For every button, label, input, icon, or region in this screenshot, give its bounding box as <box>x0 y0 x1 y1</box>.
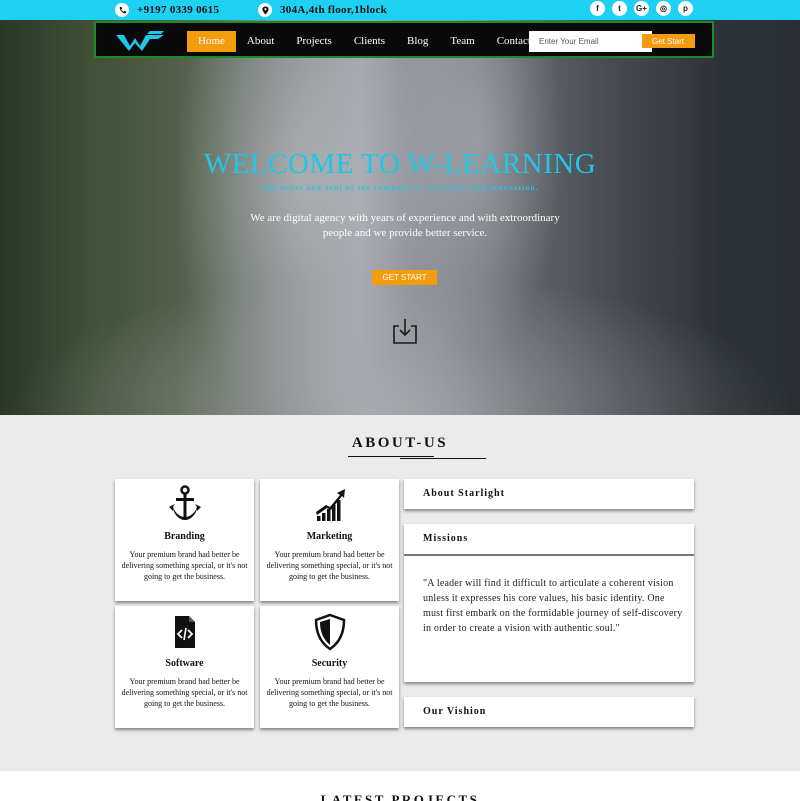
email-input[interactable] <box>529 31 652 52</box>
nav-item-clients[interactable]: Clients <box>343 31 396 52</box>
nav-item-team[interactable]: Team <box>439 31 485 52</box>
phone-number: +9197 0339 0615 <box>137 4 220 16</box>
twitter-icon[interactable]: t <box>612 1 627 16</box>
nav-item-projects[interactable]: Projects <box>285 31 342 52</box>
card-title: Software <box>165 658 204 669</box>
about-section-title: ABOUT-US <box>351 435 449 451</box>
accordion-body: "A leader will find it difficult to arti… <box>404 554 694 636</box>
anchor-icon <box>115 485 254 525</box>
growth-chart-icon <box>260 485 399 525</box>
nav-item-about[interactable]: About <box>236 31 286 52</box>
service-card-security[interactable]: Security Your premium brand had better b… <box>260 606 399 728</box>
nav-item-home[interactable]: Home <box>187 31 236 52</box>
latest-projects-title: LATEST PROJECTS <box>320 792 480 801</box>
social-links: f t G+ ◎ p <box>590 1 693 16</box>
title-underline <box>400 458 486 459</box>
facebook-icon[interactable]: f <box>590 1 605 16</box>
service-card-marketing[interactable]: Marketing Your premium brand had better … <box>260 479 399 601</box>
map-pin-icon <box>258 3 272 17</box>
accordion-header[interactable]: Our Vishion <box>404 697 694 727</box>
phone-info: +9197 0339 0615 <box>115 0 219 20</box>
get-start-nav-button[interactable]: Get Start <box>642 34 695 48</box>
hero-description: We are digital agency with years of expe… <box>250 212 560 239</box>
card-title: Marketing <box>306 531 353 542</box>
card-title: Branding <box>164 531 205 542</box>
hero-subtitle: The heart and soul of the company is cre… <box>261 183 539 192</box>
address-text: 304A,4th floor,1block <box>280 4 388 16</box>
card-text: Your premium brand had better be deliver… <box>266 677 393 708</box>
shield-icon <box>260 612 399 652</box>
download-arrow-icon[interactable] <box>391 316 419 351</box>
phone-icon <box>115 3 129 17</box>
get-start-hero-button[interactable]: GET START <box>372 270 437 285</box>
main-navbar: Home About Projects Clients Blog Team Co… <box>94 21 714 58</box>
code-file-icon <box>115 612 254 652</box>
accordion-about-starlight[interactable]: About Starlight <box>404 479 694 509</box>
title-underline <box>348 456 434 457</box>
accordion-header[interactable]: About Starlight <box>404 479 694 509</box>
nav-menu: Home About Projects Clients Blog Team Co… <box>187 31 542 52</box>
card-text: Your premium brand had better be deliver… <box>266 550 393 581</box>
accordion-missions[interactable]: Missions "A leader will find it difficul… <box>404 524 694 682</box>
nav-item-blog[interactable]: Blog <box>396 31 439 52</box>
card-text: Your premium brand had better be deliver… <box>121 677 248 708</box>
service-card-software[interactable]: Software Your premium brand had better b… <box>115 606 254 728</box>
top-bar: +9197 0339 0615 304A,4th floor,1block f … <box>0 0 800 20</box>
hero-title: WELCOME TO W-LEARNING <box>203 148 597 180</box>
card-title: Security <box>311 658 348 669</box>
pinterest-icon[interactable]: p <box>678 1 693 16</box>
address-info: 304A,4th floor,1block <box>258 0 387 20</box>
instagram-icon[interactable]: ◎ <box>656 1 671 16</box>
google-plus-icon[interactable]: G+ <box>634 1 649 16</box>
card-text: Your premium brand had better be deliver… <box>121 550 248 581</box>
service-card-branding[interactable]: Branding Your premium brand had better b… <box>115 479 254 601</box>
accordion-header[interactable]: Missions <box>404 524 694 554</box>
site-logo[interactable] <box>114 29 166 58</box>
accordion-our-vision[interactable]: Our Vishion <box>404 697 694 727</box>
